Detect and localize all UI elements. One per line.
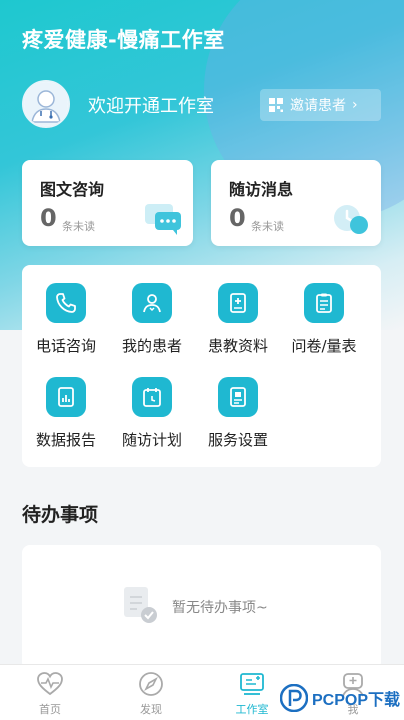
doctor-avatar-icon <box>24 82 68 126</box>
patients-icon <box>132 283 172 323</box>
welcome-text: 欢迎开通工作室 <box>88 96 214 117</box>
followup-card[interactable]: 随访消息 0 条未读 <box>211 160 381 246</box>
avatar[interactable] <box>22 80 70 128</box>
education-material-button[interactable]: 患教资料 <box>198 283 278 356</box>
clock-icon <box>334 205 368 234</box>
tab-discover[interactable]: 发现 <box>121 671 181 717</box>
app-title: 疼爱健康-慢痛工作室 <box>22 28 225 52</box>
empty-state-text: 暂无待办事项~ <box>172 600 268 616</box>
card-title: 图文咨询 <box>40 180 105 199</box>
chat-bubble-icon <box>145 204 181 235</box>
function-label: 数据报告 <box>35 431 96 449</box>
service-settings-button[interactable]: 服务设置 <box>198 377 278 450</box>
card-title: 随访消息 <box>229 180 294 199</box>
function-label: 患教资料 <box>207 337 268 355</box>
pcpop-logo-icon <box>280 684 308 712</box>
calendar-icon <box>132 377 172 417</box>
phone-icon <box>46 283 86 323</box>
tab-label: 首页 <box>39 703 61 716</box>
service-settings-icon <box>218 377 258 417</box>
watermark-text: PCPOP下载 <box>312 692 401 709</box>
unread-unit: 条未读 <box>62 220 95 233</box>
medical-book-icon <box>218 283 258 323</box>
watermark: PCPOP下载 <box>280 680 404 716</box>
function-label: 我的患者 <box>121 337 182 355</box>
function-label: 问卷/量表 <box>291 337 357 355</box>
my-patients-button[interactable]: 我的患者 <box>112 283 192 356</box>
empty-document-icon <box>124 587 157 623</box>
compass-icon <box>139 672 163 696</box>
followup-plan-button[interactable]: 随访计划 <box>112 377 192 450</box>
function-label: 随访计划 <box>121 431 182 449</box>
invite-label: 邀请患者 <box>290 98 346 114</box>
report-chart-icon <box>46 377 86 417</box>
consult-card[interactable]: 图文咨询 0 条未读 <box>22 160 193 246</box>
function-label: 电话咨询 <box>35 337 96 355</box>
function-panel: 电话咨询 我的患者 患教资料 问卷/量表 数据报告 随访计划 服务设置 <box>22 265 381 467</box>
todo-section-title: 待办事项 <box>22 504 99 526</box>
tab-workstation[interactable]: 工作室 <box>222 671 282 717</box>
heartbeat-icon <box>37 672 63 696</box>
tab-home[interactable]: 首页 <box>20 671 80 717</box>
unread-count: 0 <box>40 204 57 232</box>
unread-count: 0 <box>229 204 246 232</box>
chevron-right-icon: › <box>352 97 358 113</box>
tab-label: 发现 <box>140 703 162 716</box>
invite-patient-button[interactable]: 邀请患者 › <box>260 89 381 121</box>
data-report-button[interactable]: 数据报告 <box>26 377 106 450</box>
phone-consult-button[interactable]: 电话咨询 <box>26 283 106 356</box>
questionnaire-button[interactable]: 问卷/量表 <box>284 283 364 356</box>
qr-grid-icon <box>269 98 283 112</box>
function-label: 服务设置 <box>207 431 268 449</box>
tab-label: 工作室 <box>235 703 269 716</box>
questionnaire-icon <box>304 283 344 323</box>
unread-unit: 条未读 <box>251 220 284 233</box>
workstation-icon <box>240 673 264 695</box>
todo-list: 暂无待办事项~ <box>22 545 381 670</box>
